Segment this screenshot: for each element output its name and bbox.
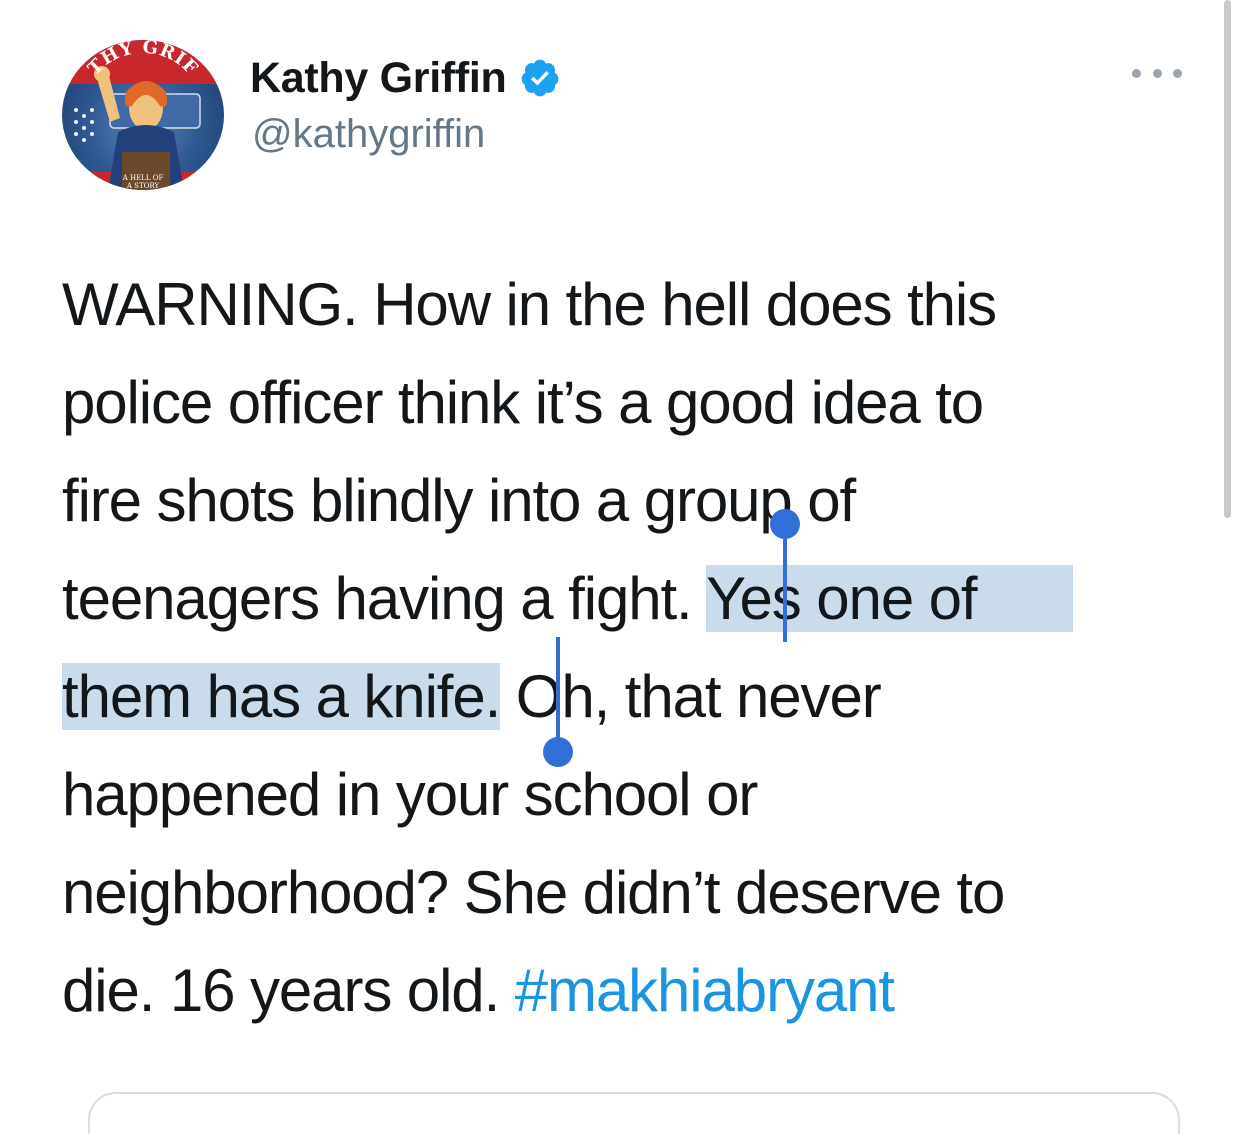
tweet-text[interactable]: WARNING. How in the hell does this polic… (62, 256, 1212, 1040)
hashtag-link[interactable]: #makhiabryant (515, 957, 895, 1024)
selected-text-start: Yes one of (706, 565, 1073, 632)
scrollbar[interactable] (1224, 0, 1231, 518)
selection-start-caret[interactable] (783, 539, 787, 642)
selection-end-handle[interactable] (543, 737, 573, 767)
tweet-line-3: fire shots blindly into a group of (62, 467, 856, 534)
author-display-name[interactable]: Kathy Griffin (250, 54, 507, 103)
tweet-line-8: die. 16 years old. #makhiabryant (62, 942, 1212, 1040)
avatar-bottom-text-1: A HELL OF (122, 174, 164, 182)
selection-end-caret[interactable] (556, 637, 560, 740)
selection-start-handle[interactable] (770, 509, 800, 539)
author-avatar[interactable]: THY GRIF A HELL OF A STORY (62, 40, 224, 190)
verified-badge-icon (519, 57, 561, 99)
tweet-line-2: police officer think it’s a good idea to (62, 369, 984, 436)
tweet-line-7: neighborhood? She didn’t deserve to (62, 859, 1005, 926)
tweet-line-4-plain: teenagers having a fight. (62, 565, 707, 632)
tweet-line-4: teenagers having a fight. Yes one of (62, 550, 1212, 648)
tweet-line-8-plain: die. 16 years old. (62, 957, 515, 1024)
more-dot (1132, 68, 1141, 78)
more-options-icon[interactable] (1132, 58, 1182, 88)
quoted-card-edge[interactable] (88, 1092, 1180, 1134)
selected-text-end: them has a knife. (62, 663, 501, 730)
tweet-line-5: them has a knife. Oh, that never (62, 648, 1212, 746)
more-dot (1152, 68, 1162, 78)
tweet-line-1: WARNING. How in the hell does this (62, 271, 997, 338)
more-dot (1173, 68, 1182, 78)
tweet-line-6: happened in your school or (62, 761, 758, 828)
author-handle[interactable]: @kathygriffin (252, 112, 485, 157)
author-name-row[interactable]: Kathy Griffin (250, 50, 561, 106)
avatar-bottom-text-2: A STORY (126, 182, 160, 190)
